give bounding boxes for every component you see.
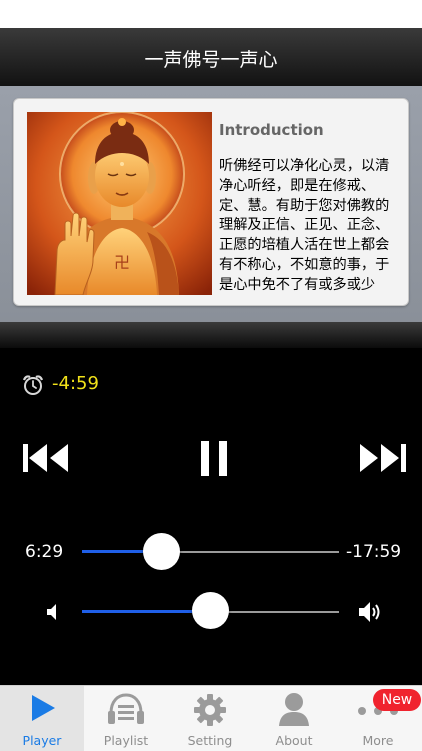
page-title: 一声佛号一声心: [144, 49, 278, 71]
introduction-panel: 卍 Introduction 听佛经可以净化心灵，以清净心听经，即是在修戒、定、…: [0, 86, 422, 322]
tab-playlist-label: Playlist: [103, 733, 149, 748]
playlist-icon: [108, 693, 144, 724]
sleep-timer-value: -4:59: [52, 373, 99, 394]
skip-forward-icon: [360, 444, 406, 472]
tab-setting-label: Setting: [187, 733, 233, 748]
tab-about-label: About: [275, 733, 313, 748]
status-bar: [0, 0, 422, 28]
buddha-image: 卍: [27, 112, 212, 295]
volume-thumb[interactable]: [192, 592, 229, 629]
previous-track-button[interactable]: [23, 444, 69, 476]
divider-band: [0, 322, 422, 348]
navigation-bar: 一声佛号一声心: [0, 28, 422, 87]
volume-low-icon: [46, 603, 62, 625]
svg-text:卍: 卍: [114, 253, 130, 272]
remaining-time: -17:59: [346, 542, 402, 562]
skip-back-icon: [23, 444, 68, 472]
tab-more-label: More: [362, 733, 394, 748]
person-icon: [279, 693, 309, 726]
introduction-card: 卍 Introduction 听佛经可以净化心灵，以清净心听经，即是在修戒、定、…: [13, 98, 409, 306]
introduction-text[interactable]: 听佛经可以净化心灵，以清净心听经，即是在修戒、定、慧。有助于您对佛教的理解及正信…: [219, 157, 397, 295]
tab-bar: Player Playlist Setting About More: [0, 685, 422, 751]
volume-high-icon: [358, 600, 384, 628]
play-icon: [32, 695, 55, 721]
tab-player-label: Player: [22, 733, 62, 748]
elapsed-time: 6:29: [25, 542, 64, 562]
progress-thumb[interactable]: [143, 533, 181, 570]
pause-icon: [201, 441, 227, 476]
next-track-button[interactable]: [360, 444, 406, 476]
gear-icon: [194, 694, 226, 726]
pause-button[interactable]: [200, 441, 228, 480]
introduction-heading: Introduction: [219, 121, 324, 139]
alarm-clock-icon[interactable]: [22, 374, 44, 400]
tab-player[interactable]: Player: [0, 686, 84, 751]
new-badge: New: [373, 689, 421, 711]
tab-setting[interactable]: Setting: [168, 686, 252, 751]
tab-about[interactable]: About: [252, 686, 336, 751]
tab-playlist[interactable]: Playlist: [84, 686, 168, 751]
